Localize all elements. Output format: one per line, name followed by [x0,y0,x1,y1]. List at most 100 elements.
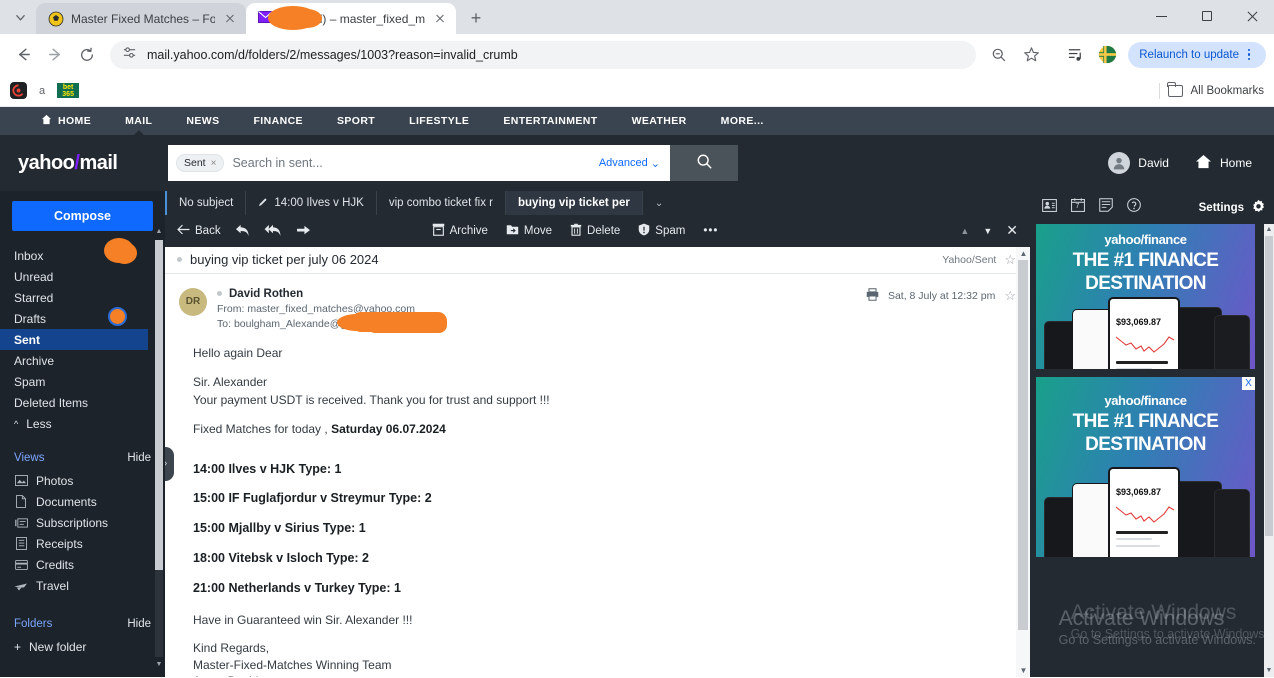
sidebar-item-receipts[interactable]: Receipts [0,533,165,554]
search-button[interactable] [670,145,738,181]
scroll-down-icon[interactable]: ▼ [1265,665,1273,677]
bookmark-item-a[interactable]: a [39,85,45,97]
search-input[interactable] [232,156,591,170]
sidebar-less-toggle[interactable]: ^ Less [0,413,165,434]
star-icon[interactable]: ☆ [1004,252,1016,268]
sidebar-item-photos[interactable]: Photos [0,470,165,491]
user-account-button[interactable]: David [1108,152,1169,174]
scrollbar-thumb[interactable] [1018,259,1028,630]
more-actions-button[interactable]: ••• [703,225,718,237]
ynav-item-finance[interactable]: FINANCE [236,107,319,135]
compose-button[interactable]: Compose [12,201,153,231]
advanced-search-toggle[interactable]: Advanced ⌄ [599,157,660,170]
calendar-icon[interactable]: 7 [1071,198,1085,217]
close-icon[interactable] [432,11,448,27]
scroll-up-icon[interactable]: ▲ [1265,224,1273,236]
zoom-out-icon[interactable] [984,40,1014,70]
sidebar-item-deleted[interactable]: Deleted Items [0,392,165,413]
address-bar[interactable]: mail.yahoo.com/d/folders/2/messages/1003… [110,40,977,69]
search-box[interactable]: Sent × Advanced ⌄ [168,145,670,181]
sidebar-item-starred[interactable]: Starred [0,287,165,308]
home-button[interactable]: Home [1195,154,1252,172]
browser-tab-2[interactable]: (unread) – master_fixed_matc [246,3,456,34]
message-tab-ilves-hjk[interactable]: 14:00 Ilves v HJK [246,191,377,215]
tune-icon[interactable] [122,45,137,65]
reading-list-icon[interactable] [1060,40,1090,70]
close-message-icon[interactable]: ✕ [1006,222,1018,239]
scroll-down-icon[interactable]: ▼ [1019,664,1028,677]
spam-button[interactable]: Spam [638,223,685,239]
ynav-item-home[interactable]: HOME [24,107,108,135]
move-button[interactable]: Move [506,223,552,238]
ad-close-button[interactable]: X [1242,377,1255,390]
ynav-item-lifestyle[interactable]: LIFESTYLE [392,107,486,135]
settings-button[interactable]: Settings [1199,199,1266,217]
notepad-icon[interactable] [1099,198,1113,217]
scroll-up-icon[interactable]: ▲ [1019,247,1028,260]
new-folder-button[interactable]: + New folder [0,636,165,657]
forward-button[interactable] [40,40,70,70]
sidebar-item-documents[interactable]: Documents [0,491,165,512]
scroll-up-icon[interactable]: ▲ [155,226,163,238]
sidebar-scrollbar[interactable]: ▲ ▼ [155,226,163,671]
yahoo-mail-logo[interactable]: yahoo/mail [18,152,168,175]
folders-hide-toggle[interactable]: Hide [127,618,151,630]
new-tab-button[interactable]: + [462,4,490,32]
reply-all-icon[interactable] [264,224,282,237]
ynav-item-sport[interactable]: SPORT [320,107,392,135]
minimize-button[interactable] [1139,0,1184,32]
scroll-down-icon[interactable]: ▼ [155,659,163,671]
bookmark-star-icon[interactable] [1016,40,1046,70]
back-to-list-button[interactable]: Back [177,224,221,238]
reader-scrollbar[interactable]: ▲ ▼ [1016,246,1030,677]
browser-tab-1[interactable]: Master Fixed Matches – Football [36,3,246,34]
message-tab-vip-combo[interactable]: vip combo ticket fix r [377,191,506,215]
sidebar-item-subscriptions[interactable]: Subscriptions [0,512,165,533]
search-scope-chip[interactable]: Sent × [176,154,225,172]
ynav-item-more[interactable]: MORE... [704,107,781,135]
tab-search-chevron-icon[interactable] [6,3,34,31]
profile-avatar-icon[interactable] [1092,40,1122,70]
sidebar-item-archive[interactable]: Archive [0,350,165,371]
sidebar-item-travel[interactable]: Travel [0,575,165,596]
ynav-item-weather[interactable]: WEATHER [615,107,704,135]
sidebar-item-drafts[interactable]: Drafts [0,307,165,329]
bookmark-item-bet365[interactable]: bet 365 [57,83,80,98]
advertisement-1[interactable]: yahoo/finance THE #1 FINANCE DESTINATION… [1036,224,1255,369]
maximize-button[interactable] [1184,0,1229,32]
sidebar-item-unread[interactable]: Unread [0,266,165,287]
message-tab-buying-vip[interactable]: buying vip ticket per [506,191,643,215]
back-button[interactable] [8,40,38,70]
right-sidebar-scrollbar[interactable]: ▲ ▼ [1264,224,1274,677]
views-hide-toggle[interactable]: Hide [127,452,151,464]
message-tabs-overflow[interactable]: ⌄ [643,191,675,215]
reload-button[interactable] [72,40,102,70]
contacts-icon[interactable] [1042,198,1057,217]
next-message-icon[interactable]: ▼ [983,226,992,236]
forward-icon[interactable] [296,225,311,237]
close-icon[interactable]: × [211,158,217,169]
expand-panel-handle[interactable]: › [165,446,174,481]
scrollbar-thumb[interactable] [1265,236,1273,536]
close-icon[interactable] [222,11,238,27]
close-window-button[interactable] [1229,0,1274,32]
printer-icon[interactable] [866,287,879,304]
delete-button[interactable]: Delete [570,223,620,239]
sidebar-item-credits[interactable]: Credits [0,554,165,575]
scrollbar-thumb[interactable] [155,240,163,570]
chrome-menu-icon[interactable] [1241,48,1257,61]
ynav-item-entertainment[interactable]: ENTERTAINMENT [486,107,614,135]
message-tab-no-subject[interactable]: No subject [165,191,247,215]
help-icon[interactable] [1127,198,1141,217]
all-bookmarks-label[interactable]: All Bookmarks [1191,85,1265,97]
sidebar-item-inbox[interactable]: Inbox [0,238,165,266]
relaunch-to-update-button[interactable]: Relaunch to update [1128,41,1266,68]
star-icon[interactable]: ☆ [1004,288,1016,304]
bookmark-item-chrome[interactable] [10,82,27,99]
advertisement-2[interactable]: X yahoo/finance THE #1 FINANCE DESTINATI… [1036,377,1255,557]
previous-message-icon[interactable]: ▲ [960,226,969,236]
ynav-item-news[interactable]: NEWS [169,107,236,135]
sidebar-item-spam[interactable]: Spam [0,371,165,392]
reply-icon[interactable] [235,224,250,237]
ynav-item-mail[interactable]: MAIL [108,107,169,135]
